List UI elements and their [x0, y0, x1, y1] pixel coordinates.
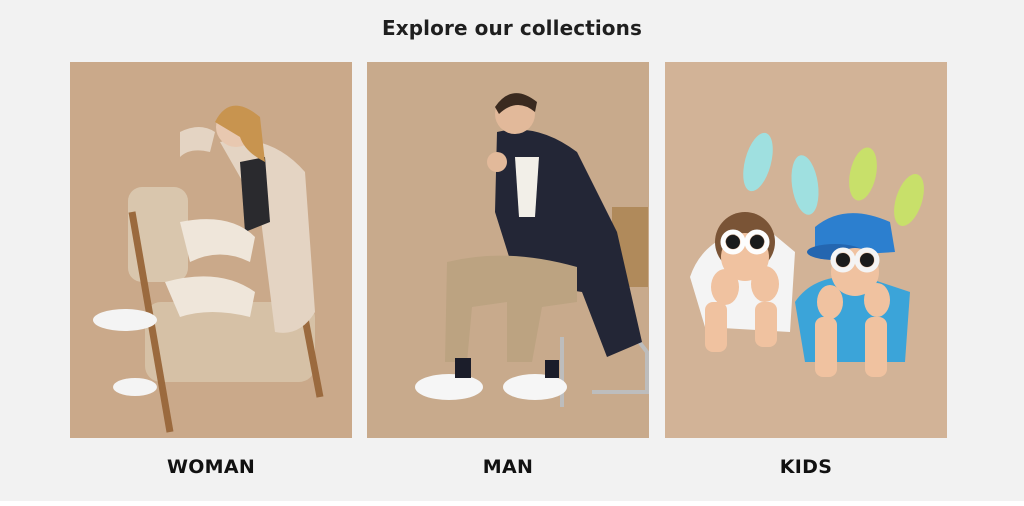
collection-card-kids[interactable]	[665, 62, 947, 438]
collection-card-man[interactable]	[367, 62, 649, 438]
section-heading: Explore our collections	[382, 16, 642, 40]
collections-section: Explore our collections WOMAN MAN KIDS	[0, 0, 1024, 501]
collection-label-woman[interactable]: WOMAN	[70, 456, 352, 478]
collection-card-woman[interactable]	[70, 62, 352, 438]
kids-collection-photo	[665, 62, 947, 438]
collection-label-man[interactable]: MAN	[367, 456, 649, 478]
man-collection-photo	[367, 62, 649, 438]
woman-collection-photo	[70, 62, 352, 438]
collection-label-kids[interactable]: KIDS	[665, 456, 947, 478]
